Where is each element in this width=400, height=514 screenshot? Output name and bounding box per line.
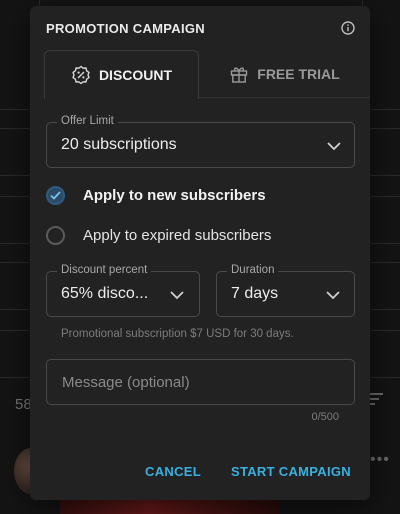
chevron-down-icon — [170, 291, 184, 300]
offer-limit-select[interactable]: Offer Limit 20 subscriptions — [46, 115, 355, 168]
radio-expired-subscribers-label: Apply to expired subscribers — [83, 227, 272, 244]
message-placeholder: Message (optional) — [62, 374, 190, 391]
offer-limit-value: 20 subscriptions — [61, 136, 177, 153]
tab-free-trial-label: FREE TRIAL — [257, 66, 340, 82]
duration-select[interactable]: Duration 7 days — [216, 264, 355, 317]
radio-new-subscribers[interactable]: Apply to new subscribers — [46, 186, 266, 205]
discount-percent-select[interactable]: Discount percent 65% disco... — [46, 264, 200, 317]
check-icon — [50, 191, 61, 200]
promotion-campaign-dialog: PROMOTION CAMPAIGN DISCOUNT FREE TRIAL O… — [30, 6, 370, 500]
tab-discount[interactable]: DISCOUNT — [44, 50, 199, 99]
discount-badge-icon — [72, 65, 90, 85]
message-input[interactable]: Message (optional) — [46, 359, 355, 405]
tab-free-trial[interactable]: FREE TRIAL — [199, 50, 370, 98]
discount-percent-value: 65% disco... — [61, 285, 149, 302]
radio-unchecked-icon — [46, 226, 65, 245]
offer-limit-label: Offer Limit — [57, 115, 118, 127]
more-icon: ••• — [370, 451, 390, 468]
cancel-button[interactable]: CANCEL — [145, 464, 201, 479]
radio-new-subscribers-label: Apply to new subscribers — [83, 187, 266, 204]
gift-icon — [231, 67, 248, 83]
radio-checked-icon — [46, 186, 65, 205]
dialog-title: PROMOTION CAMPAIGN — [46, 21, 205, 36]
duration-value: 7 days — [231, 285, 279, 302]
info-icon[interactable] — [341, 21, 355, 35]
message-character-counter: 0/500 — [311, 411, 339, 423]
start-campaign-button[interactable]: START CAMPAIGN — [231, 464, 351, 479]
chevron-down-icon — [326, 291, 340, 300]
discount-percent-label: Discount percent — [57, 264, 152, 276]
duration-label: Duration — [227, 264, 279, 276]
promotion-summary-text: Promotional subscription $7 USD for 30 d… — [61, 328, 294, 340]
tab-discount-label: DISCOUNT — [98, 67, 173, 83]
chevron-down-icon — [327, 142, 341, 151]
radio-expired-subscribers[interactable]: Apply to expired subscribers — [46, 226, 271, 245]
sort-icon — [369, 393, 383, 408]
campaign-type-tabs: DISCOUNT FREE TRIAL — [44, 50, 370, 99]
